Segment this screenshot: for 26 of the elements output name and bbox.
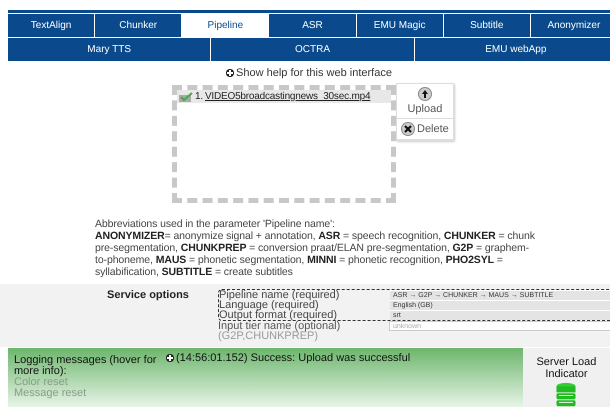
tab[interactable]: Mary TTS — [8, 37, 212, 61]
help-link[interactable]: Show help for this web interface — [236, 67, 392, 79]
file-drop-area[interactable]: 1. VIDEO5broadcastingnews_30sec.mp4 — [172, 85, 396, 203]
option-label: Input tier name (optional) — [218, 321, 342, 331]
option-label: Language (required) — [219, 300, 319, 310]
tab[interactable]: OCTRA — [211, 37, 415, 61]
section-title: Service options — [107, 289, 190, 303]
tab[interactable]: EMU Magic — [356, 13, 444, 37]
log-message: (14:56:01.152) Success: Upload was successful — [176, 352, 410, 364]
tab[interactable]: ASR — [269, 13, 357, 37]
abbreviations-text: ANONYMIZER= anonymize signal + annotation, ASR = speech recognition, CHUNKER = chunk pre-segmentation, CHUNKPREP = conversion praat/ELAN pre-segmentation, G2P = graphem-to-phoneme, MAUS = phonetic segmentation, MINNI = phonetic recognition, PHO2SYL = syllabification, SUBTITLE = create subtitles — [95, 230, 536, 278]
server-load-title: Server Load Indicator — [536, 356, 596, 380]
delete-button[interactable]: Delete — [397, 119, 453, 140]
abbreviations-heading: Abbreviations used in the parameter 'Pipeline name': — [95, 218, 336, 230]
file-number: 1. — [195, 91, 203, 102]
upload-button[interactable]: Upload — [397, 84, 453, 119]
option-label: Output format (required) — [219, 310, 338, 320]
log-title: Logging messages (hover for more info): — [14, 355, 158, 377]
option-label: Pipeline name (required) — [219, 290, 340, 300]
option-note: (G2P,CHUNKPREP) — [218, 331, 318, 341]
tab[interactable]: EMU webApp — [414, 37, 610, 61]
tab[interactable]: Chunker — [95, 13, 182, 37]
tab[interactable]: TextAlign — [8, 13, 96, 37]
tab[interactable]: Subtitle — [444, 13, 531, 37]
tab[interactable]: Anonymizer — [530, 13, 610, 37]
file-link[interactable]: VIDEO5broadcastingnews_30sec.mp4 — [204, 91, 370, 102]
